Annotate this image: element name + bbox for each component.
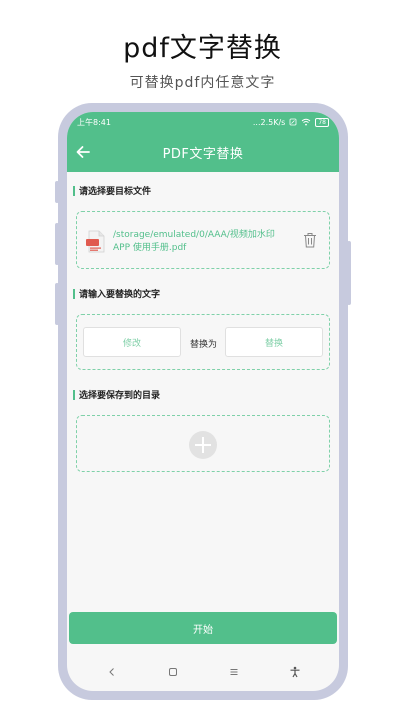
page-title: PDF文字替换 [162, 146, 244, 162]
start-button[interactable]: 开始 [69, 612, 337, 644]
phone-side-button [55, 181, 59, 203]
arrow-left-icon[interactable] [73, 142, 93, 162]
find-text-input[interactable]: 修改 [83, 327, 181, 357]
section-marker [73, 389, 75, 400]
status-time: 上午8:41 [77, 117, 111, 127]
replace-text-input[interactable]: 替换 [225, 327, 323, 357]
save-section-label-text: 选择要保存到的目录 [79, 391, 161, 401]
home-icon[interactable] [165, 664, 181, 680]
system-nav-bar [67, 653, 339, 691]
replace-with-label: 替换为 [190, 340, 218, 350]
app-bar: PDF文字替换 [67, 132, 339, 172]
selected-file-card[interactable]: /storage/emulated/0/AAA/视频加水印APP 使用手册.pd… [76, 211, 330, 269]
sim-icon [289, 118, 297, 126]
phone-power-button [347, 241, 351, 305]
network-speed: ...2.5K/s [252, 117, 286, 127]
battery-icon: 78 [315, 117, 329, 127]
trash-icon[interactable] [303, 232, 317, 248]
promo-title: pdf文字替换 [123, 33, 282, 64]
accessibility-icon[interactable] [287, 664, 303, 680]
promo-subtitle: 可替换pdf内任意文字 [129, 75, 276, 91]
file-section-label: 请选择要目标文件 [73, 184, 151, 197]
section-marker [73, 288, 75, 299]
phone-screen: 上午8:41 ...2.5K/s 78 PDF文字替换 请选择要目标文件 /st… [67, 112, 339, 691]
save-section-label: 选择要保存到的目录 [73, 388, 160, 401]
status-indicators: ...2.5K/s 78 [252, 117, 329, 127]
replace-section-label: 请输入要替换的文字 [73, 287, 160, 300]
save-directory-card[interactable] [76, 415, 330, 472]
wifi-icon [302, 118, 311, 126]
replace-text-card: 修改 替换为 替换 [76, 314, 330, 370]
pdf-file-icon [86, 230, 105, 253]
file-section-label-text: 请选择要目标文件 [79, 187, 152, 197]
section-marker [73, 185, 75, 196]
phone-side-button [55, 283, 59, 325]
phone-frame: 上午8:41 ...2.5K/s 78 PDF文字替换 请选择要目标文件 /st… [55, 103, 351, 700]
plus-circle-icon[interactable] [189, 431, 217, 459]
phone-side-button [55, 223, 59, 265]
status-bar: 上午8:41 ...2.5K/s 78 [67, 112, 339, 132]
file-path: /storage/emulated/0/AAA/视频加水印APP 使用手册.pd… [113, 230, 275, 253]
replace-section-label-text: 请输入要替换的文字 [79, 290, 161, 300]
menu-icon[interactable] [226, 664, 242, 680]
back-icon[interactable] [104, 664, 120, 680]
